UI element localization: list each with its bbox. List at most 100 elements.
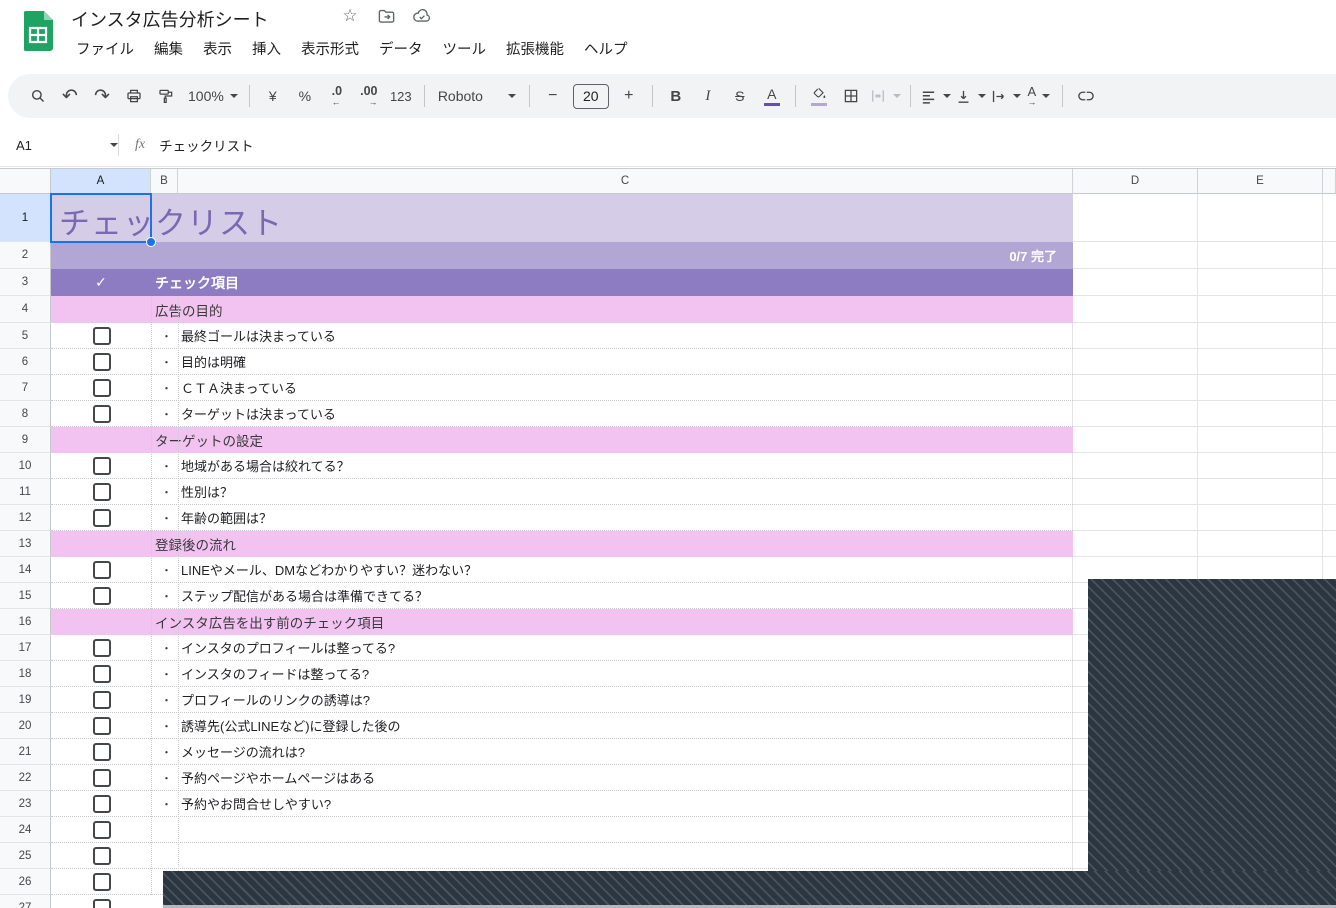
checkbox-row-17[interactable] bbox=[93, 639, 111, 657]
row-header-22[interactable]: 22 bbox=[0, 765, 51, 791]
row-header-11[interactable]: 11 bbox=[0, 479, 51, 505]
row-header-18[interactable]: 18 bbox=[0, 661, 51, 687]
row-21[interactable]: ・メッセージの流れは? bbox=[51, 739, 1073, 765]
row-header-14[interactable]: 14 bbox=[0, 557, 51, 583]
row-header-23[interactable]: 23 bbox=[0, 791, 51, 817]
decrease-decimal-button[interactable]: .0← bbox=[323, 81, 351, 111]
row-23[interactable]: ・予約やお問合せしやすい? bbox=[51, 791, 1073, 817]
checkbox-row-15[interactable] bbox=[93, 587, 111, 605]
italic-button[interactable]: I bbox=[694, 81, 722, 111]
font-select[interactable]: Roboto bbox=[434, 81, 520, 111]
document-title[interactable]: インスタ広告分析シート bbox=[71, 6, 269, 32]
format-currency-button[interactable]: ¥ bbox=[259, 81, 287, 111]
horizontal-align-button[interactable] bbox=[920, 81, 951, 111]
increase-font-size-button[interactable]: + bbox=[615, 81, 643, 111]
row-header-2[interactable]: 2 bbox=[0, 242, 51, 269]
embedded-image-overlay-right[interactable] bbox=[1088, 579, 1336, 906]
row-header-5[interactable]: 5 bbox=[0, 323, 51, 349]
row-14[interactable]: ・LINEやメール、DMなどわかりやすい？迷わない？ bbox=[51, 557, 1073, 583]
checkbox-row-18[interactable] bbox=[93, 665, 111, 683]
strikethrough-button[interactable]: S bbox=[726, 81, 754, 111]
fill-handle[interactable] bbox=[146, 237, 156, 247]
checkbox-row-11[interactable] bbox=[93, 483, 111, 501]
row-header-17[interactable]: 17 bbox=[0, 635, 51, 661]
sheets-logo[interactable] bbox=[24, 11, 53, 51]
row-10[interactable]: ・地域がある場合は絞れてる？ bbox=[51, 453, 1073, 479]
row-13[interactable]: 登録後の流れ bbox=[51, 531, 1073, 557]
zoom-select[interactable]: 100% bbox=[188, 81, 238, 111]
checkbox-row-12[interactable] bbox=[93, 509, 111, 527]
embedded-image-overlay-bottom[interactable] bbox=[163, 871, 1336, 906]
row-header-21[interactable]: 21 bbox=[0, 739, 51, 765]
decrease-font-size-button[interactable]: − bbox=[539, 81, 567, 111]
fill-color-button[interactable] bbox=[805, 81, 833, 111]
borders-button[interactable] bbox=[837, 81, 865, 111]
row-17[interactable]: ・インスタのプロフィールは整ってる? bbox=[51, 635, 1073, 661]
menu-file[interactable]: ファイル bbox=[66, 34, 144, 63]
row-header-4[interactable]: 4 bbox=[0, 296, 51, 323]
checkbox-row-26[interactable] bbox=[93, 873, 111, 891]
row-4[interactable]: 広告の目的 bbox=[51, 296, 1073, 323]
column-header-A[interactable]: A bbox=[51, 169, 151, 194]
row-header-8[interactable]: 8 bbox=[0, 401, 51, 427]
move-to-folder-icon[interactable] bbox=[376, 6, 396, 26]
row-header-1[interactable]: 1 bbox=[0, 194, 51, 242]
row-header-7[interactable]: 7 bbox=[0, 375, 51, 401]
more-formats-button[interactable]: 123 bbox=[387, 81, 415, 111]
checkbox-row-5[interactable] bbox=[93, 327, 111, 345]
row-header-26[interactable]: 26 bbox=[0, 869, 51, 895]
row-2[interactable]: 0/7 完了 bbox=[51, 242, 1073, 269]
name-box[interactable]: A1 bbox=[0, 138, 118, 153]
menu-insert[interactable]: 挿入 bbox=[242, 34, 291, 63]
increase-decimal-button[interactable]: .00→ bbox=[355, 81, 383, 111]
row-12[interactable]: ・年齢の範囲は？ bbox=[51, 505, 1073, 531]
menu-help[interactable]: ヘルプ bbox=[574, 34, 638, 63]
row-22[interactable]: ・予約ページやホームページはある bbox=[51, 765, 1073, 791]
row-header-15[interactable]: 15 bbox=[0, 583, 51, 609]
menu-data[interactable]: データ bbox=[369, 34, 433, 63]
row-15[interactable]: ・ステップ配信がある場合は準備できてる？ bbox=[51, 583, 1073, 609]
text-wrap-button[interactable] bbox=[990, 81, 1021, 111]
checkbox-row-6[interactable] bbox=[93, 353, 111, 371]
checkbox-row-14[interactable] bbox=[93, 561, 111, 579]
search-button[interactable] bbox=[24, 81, 52, 111]
row-header-6[interactable]: 6 bbox=[0, 349, 51, 375]
row-16[interactable]: インスタ広告を出す前のチェック項目 bbox=[51, 609, 1073, 635]
undo-button[interactable]: ↶ bbox=[56, 81, 84, 111]
column-header-E[interactable]: E bbox=[1198, 169, 1323, 194]
row-header-20[interactable]: 20 bbox=[0, 713, 51, 739]
row-1[interactable]: チェックリスト bbox=[51, 194, 1073, 242]
bold-button[interactable]: B bbox=[662, 81, 690, 111]
row-25[interactable] bbox=[51, 843, 1073, 869]
row-9[interactable]: ターゲットの設定 bbox=[51, 427, 1073, 453]
row-18[interactable]: ・インスタのフィードは整ってる? bbox=[51, 661, 1073, 687]
checkbox-row-7[interactable] bbox=[93, 379, 111, 397]
formula-input[interactable]: チェックリスト bbox=[159, 135, 254, 155]
row-header-13[interactable]: 13 bbox=[0, 531, 51, 557]
text-rotation-button[interactable]: A→ bbox=[1025, 81, 1053, 111]
checkbox-row-23[interactable] bbox=[93, 795, 111, 813]
font-size-input[interactable]: 20 bbox=[573, 84, 609, 109]
text-color-button[interactable]: A bbox=[758, 81, 786, 111]
row-6[interactable]: ・目的は明確 bbox=[51, 349, 1073, 375]
menu-edit[interactable]: 編集 bbox=[144, 34, 193, 63]
row-header-25[interactable]: 25 bbox=[0, 843, 51, 869]
checkbox-row-20[interactable] bbox=[93, 717, 111, 735]
menu-view[interactable]: 表示 bbox=[193, 34, 242, 63]
checkbox-row-19[interactable] bbox=[93, 691, 111, 709]
checkbox-row-21[interactable] bbox=[93, 743, 111, 761]
row-19[interactable]: ・プロフィールのリンクの誘導は? bbox=[51, 687, 1073, 713]
row-7[interactable]: ・ＣＴＡ決まっている bbox=[51, 375, 1073, 401]
column-header-partial[interactable] bbox=[1323, 169, 1336, 194]
column-header-C[interactable]: C bbox=[178, 169, 1073, 194]
row-8[interactable]: ・ターゲットは決まっている bbox=[51, 401, 1073, 427]
insert-link-button[interactable] bbox=[1072, 81, 1100, 111]
paint-format-button[interactable] bbox=[152, 81, 180, 111]
row-header-3[interactable]: 3 bbox=[0, 269, 51, 296]
checkbox-row-8[interactable] bbox=[93, 405, 111, 423]
print-button[interactable] bbox=[120, 81, 148, 111]
row-3[interactable]: ✓チェック項目 bbox=[51, 269, 1073, 296]
checkbox-row-22[interactable] bbox=[93, 769, 111, 787]
checkbox-row-10[interactable] bbox=[93, 457, 111, 475]
row-header-27[interactable]: 27 bbox=[0, 895, 51, 908]
